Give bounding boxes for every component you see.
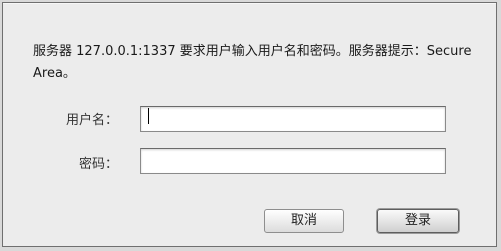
username-input[interactable] — [140, 106, 446, 132]
password-label: 密码： — [78, 157, 118, 172]
password-input[interactable] — [140, 148, 446, 174]
username-label: 用户名： — [65, 113, 118, 128]
text-caret — [148, 108, 149, 124]
auth-message: 服务器 127.0.0.1:1337 要求用户输入用户名和密码。服务器提示：Se… — [33, 44, 472, 81]
auth-dialog: 服务器 127.0.0.1:1337 要求用户输入用户名和密码。服务器提示：Se… — [2, 2, 497, 247]
login-button[interactable]: 登录 — [377, 209, 459, 233]
cancel-button[interactable]: 取消 — [264, 209, 344, 233]
